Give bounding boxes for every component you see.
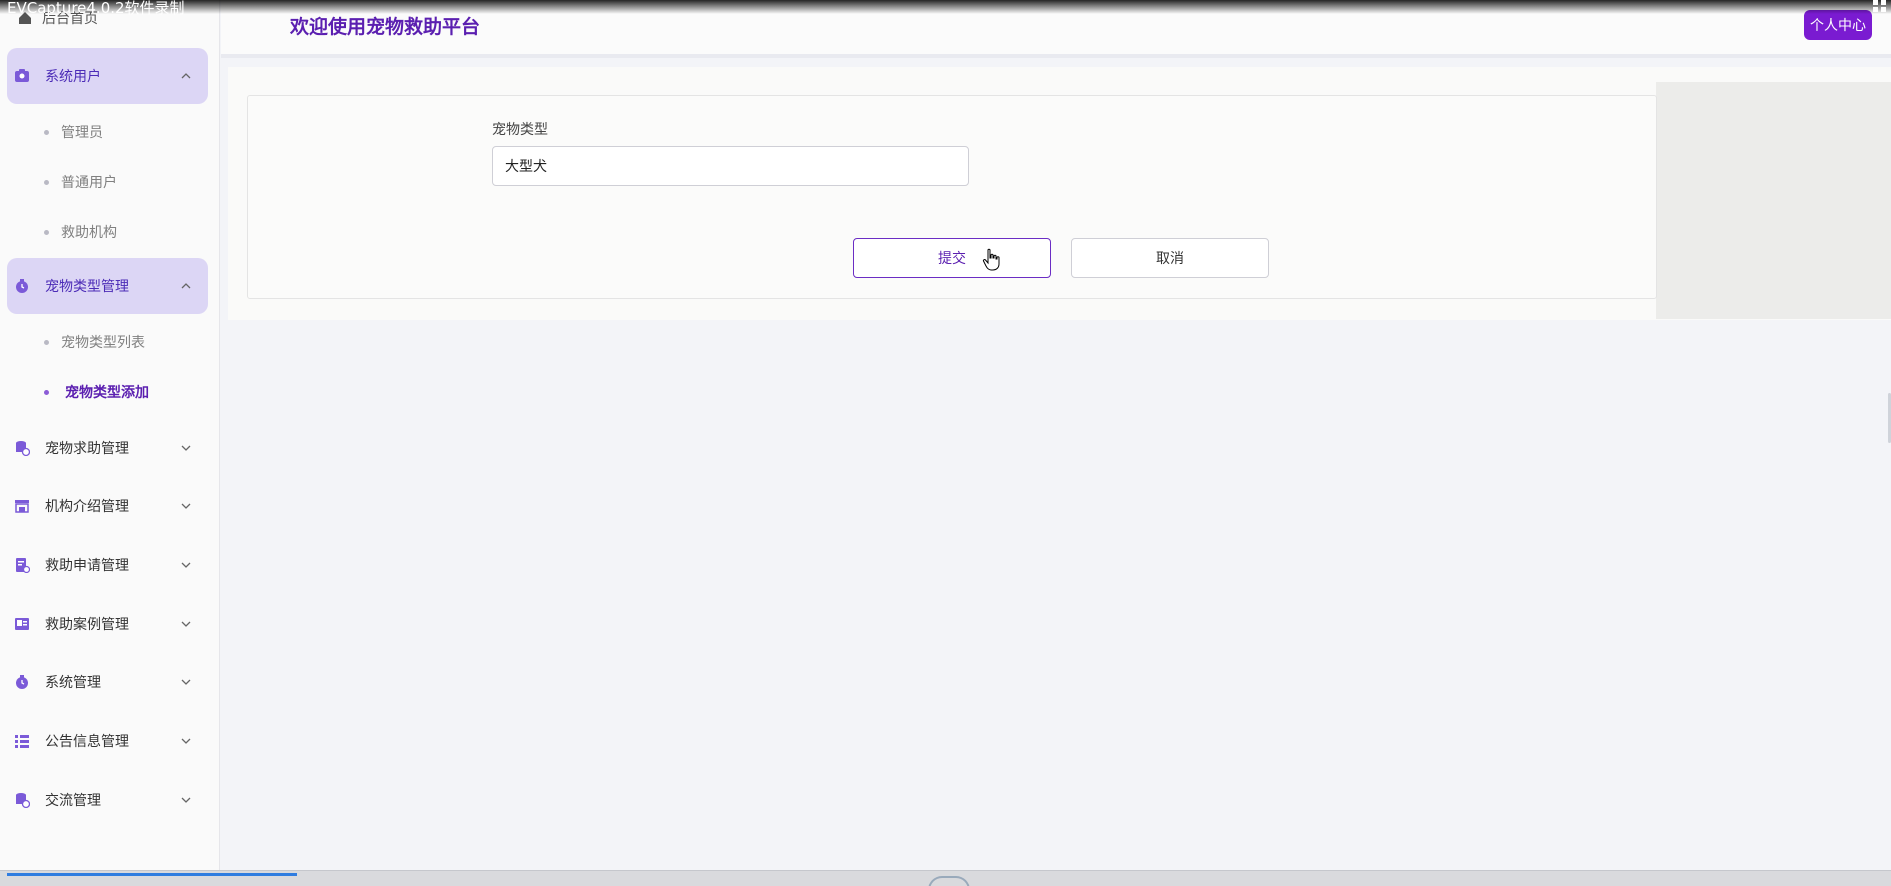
sidebar-item-label: 普通用户 [61, 175, 117, 191]
recorder-title: EVCapture4.0.2软件录制 [7, 0, 185, 17]
pet-type-label: 宠物类型 [492, 122, 548, 138]
bullet-dot [44, 389, 49, 395]
chevron-down-icon [181, 621, 191, 627]
sidebar-item-admin[interactable]: 管理员 [44, 122, 103, 142]
sidebar-group-announcement[interactable]: 公告信息管理 [7, 719, 208, 763]
chevron-up-icon [181, 283, 191, 289]
sidebar-item-rescue-org[interactable]: 救助机构 [44, 222, 117, 242]
sidebar-item-pet-type-list[interactable]: 宠物类型列表 [44, 332, 145, 352]
chevron-down-icon [181, 679, 191, 685]
pet-type-input[interactable] [492, 146, 969, 186]
document-icon [13, 556, 31, 574]
sidebar-group-rescue-case[interactable]: 救助案例管理 [7, 602, 208, 646]
sidebar-group-label: 交流管理 [45, 793, 101, 809]
database-icon [13, 791, 31, 809]
sidebar-group-rescue-apply[interactable]: 救助申请管理 [7, 543, 208, 587]
sidebar-group-org-intro[interactable]: 机构介绍管理 [7, 484, 208, 528]
bullet-dot [44, 229, 49, 235]
bullet-dot [44, 179, 49, 185]
chevron-down-icon [181, 797, 191, 803]
sidebar-item-pet-type-add[interactable]: 宠物类型添加 [44, 382, 149, 402]
list-icon [13, 732, 31, 750]
hand-cursor-icon [982, 248, 1000, 271]
sidebar-item-label: 宠物类型添加 [65, 385, 149, 401]
case-file-icon [13, 615, 31, 633]
submit-button[interactable]: 提交 [853, 238, 1051, 278]
timer-icon [13, 673, 31, 691]
recording-progress [7, 873, 297, 876]
sidebar-group-pet-type[interactable]: 宠物类型管理 [7, 258, 208, 314]
chevron-down-icon [181, 562, 191, 568]
sidebar-group-label: 机构介绍管理 [45, 499, 129, 515]
chevron-down-icon [181, 445, 191, 451]
sidebar-group-pet-help[interactable]: 宠物求助管理 [7, 426, 208, 470]
pet-icon [13, 277, 31, 295]
pet-type-form: 宠物类型 提交 取消 [247, 95, 1657, 299]
sidebar-group-label: 公告信息管理 [45, 734, 129, 750]
chevron-down-icon [181, 503, 191, 509]
sidebar-group-label: 宠物求助管理 [45, 441, 129, 457]
sidebar-group-exchange[interactable]: 交流管理 [7, 778, 208, 822]
sidebar-item-label: 管理员 [61, 125, 103, 141]
cancel-button[interactable]: 取消 [1071, 238, 1269, 278]
app-window: EVCapture4.0.2软件录制 后台首页 系统用户 管理员 普通用户 救助… [0, 0, 1891, 886]
sidebar-group-label: 宠物类型管理 [45, 279, 129, 295]
sidebar: 后台首页 系统用户 管理员 普通用户 救助机构 宠物类型管理 宠物类型列表 宠物… [0, 0, 220, 886]
page-title: 欢迎使用宠物救助平台 [290, 16, 481, 38]
sidebar-item-label: 宠物类型列表 [61, 335, 145, 351]
chevron-up-icon [181, 73, 191, 79]
database-icon [13, 439, 31, 457]
recorder-control-icon[interactable] [928, 876, 970, 886]
sidebar-group-system-users[interactable]: 系统用户 [7, 48, 208, 104]
sidebar-group-label: 救助申请管理 [45, 558, 129, 574]
profile-button[interactable]: 个人中心 [1804, 10, 1872, 40]
bullet-dot [44, 339, 49, 345]
right-panel [1656, 82, 1891, 319]
store-icon [13, 497, 31, 515]
user-card-icon [13, 67, 31, 85]
sidebar-group-label: 系统用户 [45, 69, 101, 85]
sidebar-group-system-mgmt[interactable]: 系统管理 [7, 660, 208, 704]
grid-icon[interactable] [1873, 0, 1889, 12]
chevron-down-icon [181, 738, 191, 744]
top-header: 欢迎使用宠物救助平台 个人中心 [221, 0, 1891, 58]
sidebar-group-label: 系统管理 [45, 675, 101, 691]
sidebar-item-label: 救助机构 [61, 225, 117, 241]
sidebar-group-label: 救助案例管理 [45, 617, 129, 633]
recorder-progress-bar [0, 870, 1891, 886]
sidebar-item-normal-user[interactable]: 普通用户 [44, 172, 117, 192]
bullet-dot [44, 129, 49, 135]
